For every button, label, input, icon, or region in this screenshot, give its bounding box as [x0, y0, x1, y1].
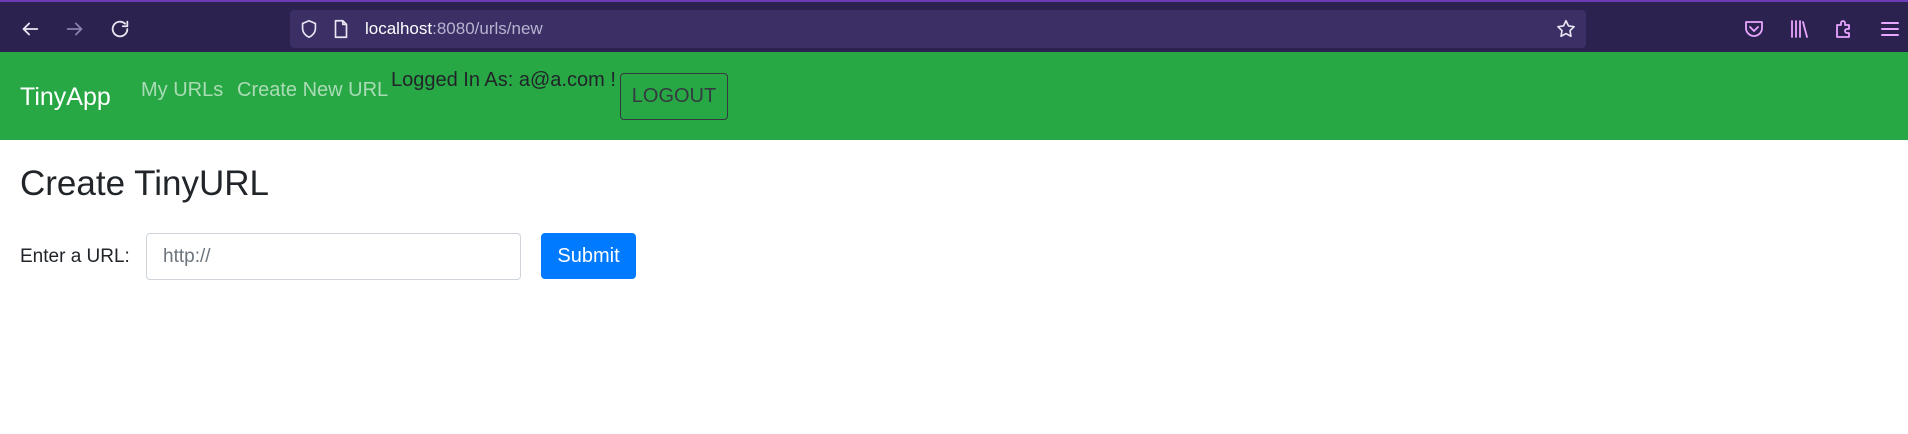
reload-icon: [111, 20, 129, 38]
logged-in-status: Logged In As: a@a.com !: [391, 69, 616, 91]
puzzle-icon[interactable]: [1832, 17, 1856, 41]
arrow-right-icon: [66, 22, 83, 36]
brand-link[interactable]: TinyApp: [20, 83, 111, 112]
app-navbar: TinyApp My URLs Create New URL Logged In…: [0, 52, 1908, 140]
star-icon[interactable]: [1555, 18, 1577, 40]
browser-toolbar: localhost:8080/urls/new: [0, 0, 1908, 52]
url-text[interactable]: localhost:8080/urls/new: [365, 19, 543, 39]
reload-button[interactable]: [105, 14, 135, 44]
url-host: localhost: [365, 19, 433, 38]
url-label: Enter a URL:: [20, 246, 130, 267]
library-icon[interactable]: [1787, 17, 1811, 41]
nav-link-create-new-url[interactable]: Create New URL: [237, 79, 388, 102]
page-icon[interactable]: [330, 18, 352, 40]
url-input[interactable]: [146, 233, 521, 280]
nav-link-my-urls[interactable]: My URLs: [141, 79, 223, 102]
page-title: Create TinyURL: [20, 164, 269, 203]
logout-button[interactable]: LOGOUT: [620, 73, 728, 120]
pocket-icon[interactable]: [1742, 17, 1766, 41]
forward-button[interactable]: [60, 14, 90, 44]
arrow-left-icon: [22, 22, 39, 36]
submit-button[interactable]: Submit: [541, 233, 636, 279]
hamburger-menu-icon[interactable]: [1878, 17, 1902, 41]
url-path: :8080/urls/new: [432, 19, 543, 38]
back-button[interactable]: [15, 14, 45, 44]
address-bar[interactable]: localhost:8080/urls/new: [290, 10, 1586, 48]
shield-icon[interactable]: [298, 18, 320, 40]
